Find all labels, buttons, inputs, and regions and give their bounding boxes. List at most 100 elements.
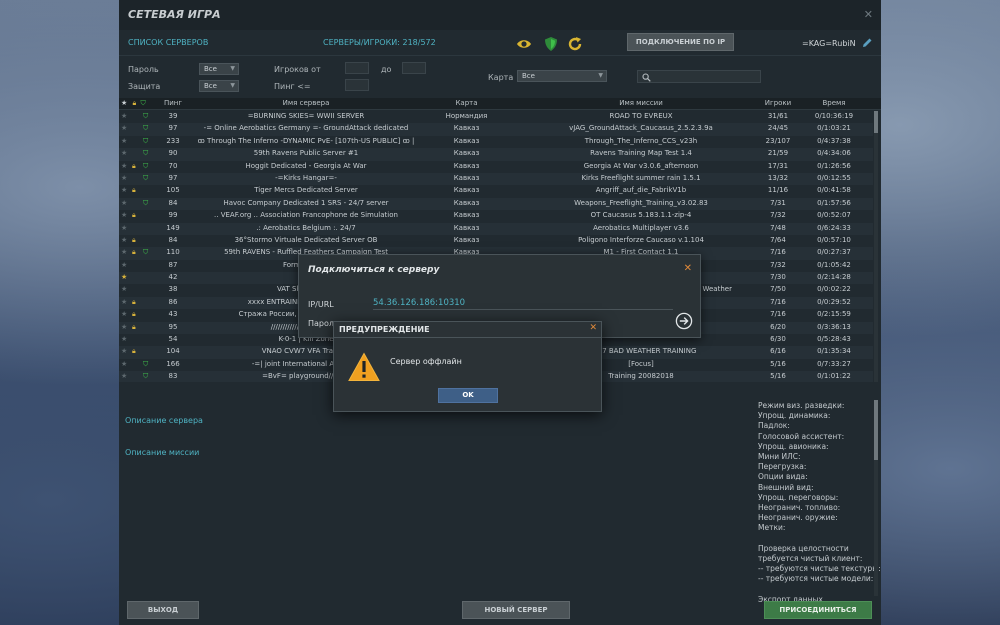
server-search-input[interactable]	[637, 70, 761, 83]
password-filter-select[interactable]: Все ▼	[199, 63, 239, 75]
col-players[interactable]: Игроки	[759, 99, 797, 107]
table-row[interactable]: ★ ⛉ 97 -= Online Aerobatics Germany =- Grou…	[119, 123, 873, 136]
favorite-star-icon[interactable]: ★	[121, 236, 129, 244]
favorite-star-icon[interactable]: ★	[121, 112, 129, 120]
col-time[interactable]: Время	[805, 99, 863, 107]
favorite-star-icon[interactable]: ★	[121, 298, 129, 306]
favorite-star-icon[interactable]: ★	[121, 273, 129, 281]
cell-players: 31/61	[767, 112, 789, 120]
shield-icon: ⛉	[143, 359, 149, 368]
map-filter-value: Все	[522, 72, 535, 80]
cell-time: 0/0:12:55	[817, 173, 851, 182]
cell-server-name: 59th Ravens Public Server #1	[253, 149, 359, 158]
cell-ping: 105	[166, 186, 180, 195]
new-server-button[interactable]: НОВЫЙ СЕРВЕР	[462, 601, 570, 619]
password-filter-value: Все	[204, 65, 217, 73]
cell-time: 0/0:29:52	[817, 297, 851, 306]
lock-header-icon[interactable]: 🔒︎	[133, 99, 137, 107]
favorite-star-icon[interactable]: ★	[121, 248, 129, 256]
connect-dialog-close-icon[interactable]: ✕	[684, 263, 692, 274]
table-row[interactable]: ★ ⛉ 97 -=Kirks Hangar=- Кавказ Kirks Freeflig…	[119, 172, 873, 186]
connect-by-ip-button[interactable]: ПОДКЛЮЧЕНИЕ ПО IP	[627, 33, 734, 51]
cell-players: 24/45	[767, 124, 789, 133]
favorite-star-icon[interactable]: ★	[121, 174, 129, 182]
shield-icon: ⛉	[143, 198, 149, 207]
favorite-star-icon[interactable]: ★	[121, 261, 129, 269]
eye-icon[interactable]	[516, 36, 532, 52]
lock-icon: 🔒︎	[132, 297, 136, 306]
favorite-star-icon[interactable]: ★	[121, 360, 129, 368]
table-row[interactable]: ★ ⛉ 233 ꝏ Through The Inferno -DYNAMIC PvE-…	[119, 136, 873, 148]
table-row[interactable]: ★ ⛉ 90 59th Ravens Public Server #1 Кавказ Ra…	[119, 148, 873, 161]
favorite-star-icon[interactable]: ★	[121, 372, 129, 380]
edit-pencil-icon[interactable]	[861, 37, 873, 49]
connect-dialog-title: Подключиться к серверу	[308, 265, 440, 275]
favorite-star-icon[interactable]: ★	[121, 124, 129, 132]
server-table-scrollbar[interactable]	[874, 111, 878, 382]
favorite-star-icon[interactable]: ★	[121, 186, 129, 194]
shield-header-icon[interactable]: ⛉	[140, 99, 145, 107]
server-description-label: Описание сервера	[125, 416, 203, 425]
players-from-input[interactable]	[345, 62, 369, 74]
ok-button[interactable]: OK	[438, 388, 498, 403]
cell-ping: 233	[166, 136, 180, 145]
favorite-star-icon[interactable]: ★	[121, 347, 129, 355]
col-server-name[interactable]: Имя сервера	[195, 99, 417, 107]
table-row[interactable]: ★ 🔒︎ ⛉ 70 Hoggit Dedicated - Georgia At War К…	[119, 161, 873, 173]
favorite-star-icon[interactable]: ★	[121, 211, 129, 219]
cell-time: 0/1:05:42	[817, 260, 851, 269]
favorite-star-icon[interactable]: ★	[121, 199, 129, 207]
warning-dialog-close-icon[interactable]: ✕	[589, 323, 597, 333]
scrollbar-thumb[interactable]	[874, 400, 878, 460]
favorite-star-icon[interactable]: ★	[121, 224, 129, 232]
players-to-input[interactable]	[402, 62, 426, 74]
server-options-list: Режим виз. разведки: Упрощ. динамика: Падл…	[758, 401, 881, 605]
exit-button[interactable]: ВЫХОД	[127, 601, 199, 619]
details-scrollbar[interactable]	[874, 400, 878, 596]
protection-filter-select[interactable]: Все ▼	[199, 80, 239, 92]
details-panel: Описание сервера Описание миссии Режим в…	[119, 392, 881, 604]
cell-map: Кавказ	[453, 149, 480, 158]
map-filter-select[interactable]: Все ▼	[517, 70, 607, 82]
cell-time: 0/2:14:28	[817, 273, 851, 282]
col-ping[interactable]: Пинг	[159, 99, 187, 107]
col-map[interactable]: Карта	[419, 99, 514, 107]
favorite-star-icon[interactable]: ★	[121, 137, 129, 145]
table-row[interactable]: ★ 🔒︎ 84 36°Stormo Virtuale Dedicated Server…	[119, 235, 873, 247]
ip-url-input[interactable]: 54.36.126.186:10310	[373, 298, 673, 310]
cell-map: Кавказ	[453, 198, 480, 207]
favorite-star-icon[interactable]: ★	[121, 162, 129, 170]
favorite-star-icon[interactable]: ★	[121, 310, 129, 318]
chevron-down-icon: ▼	[598, 72, 603, 79]
favorite-star-icon[interactable]: ★	[121, 323, 129, 331]
lock-icon: 🔒︎	[132, 248, 136, 257]
password-filter-label: Пароль	[128, 65, 159, 74]
cell-players: 5/16	[770, 372, 786, 381]
cell-server-name: .. VEAF.org .. Association Francophone d…	[214, 211, 398, 220]
refresh-icon[interactable]	[567, 36, 583, 52]
table-row[interactable]: ★ 🔒︎ 105 Tiger Mercs Dedicated Server Кавказ…	[119, 185, 873, 197]
server-option-item: Проверка целостности	[758, 543, 849, 553]
table-row[interactable]: ★ ⛉ 84 Havoc Company Dedicated 1 SRS - 24/7…	[119, 197, 873, 211]
server-list-link[interactable]: СПИСОК СЕРВЕРОВ	[128, 38, 208, 47]
join-button[interactable]: ПРИСОЕДИНИТЬСЯ	[764, 601, 872, 619]
scrollbar-thumb[interactable]	[874, 111, 878, 133]
ping-filter-input[interactable]	[345, 79, 369, 91]
warning-dialog: ПРЕДУПРЕЖДЕНИЕ ✕ Сервер оффлайн OK	[333, 321, 602, 412]
favorite-star-icon[interactable]: ★	[121, 285, 129, 293]
cell-ping: 149	[166, 223, 180, 232]
cell-server-name: Tiger Mercs Dedicated Server	[254, 186, 358, 195]
shield-icon[interactable]	[543, 36, 559, 52]
favorite-star-icon[interactable]: ★	[121, 335, 129, 343]
cell-time: 0/0:41:58	[817, 186, 851, 195]
favorite-header-icon[interactable]: ★	[121, 99, 127, 107]
col-mission[interactable]: Имя миссии	[521, 99, 761, 107]
connect-arrow-button[interactable]	[675, 312, 693, 330]
favorite-star-icon[interactable]: ★	[121, 149, 129, 157]
window-close-icon[interactable]: ✕	[864, 8, 873, 21]
cell-ping: 97	[168, 173, 178, 182]
table-row[interactable]: ★ 149 .: Aerobatics Belgium :. 24/7 Кавказ A…	[119, 222, 873, 235]
table-row[interactable]: ★ 🔒︎ 99 .. VEAF.org .. Association Francoph…	[119, 210, 873, 222]
cell-players: 7/16	[770, 248, 786, 257]
table-row[interactable]: ★ ⛉ 39 =BURNING SKIES= WWII SERVER Нормандия…	[119, 111, 873, 123]
